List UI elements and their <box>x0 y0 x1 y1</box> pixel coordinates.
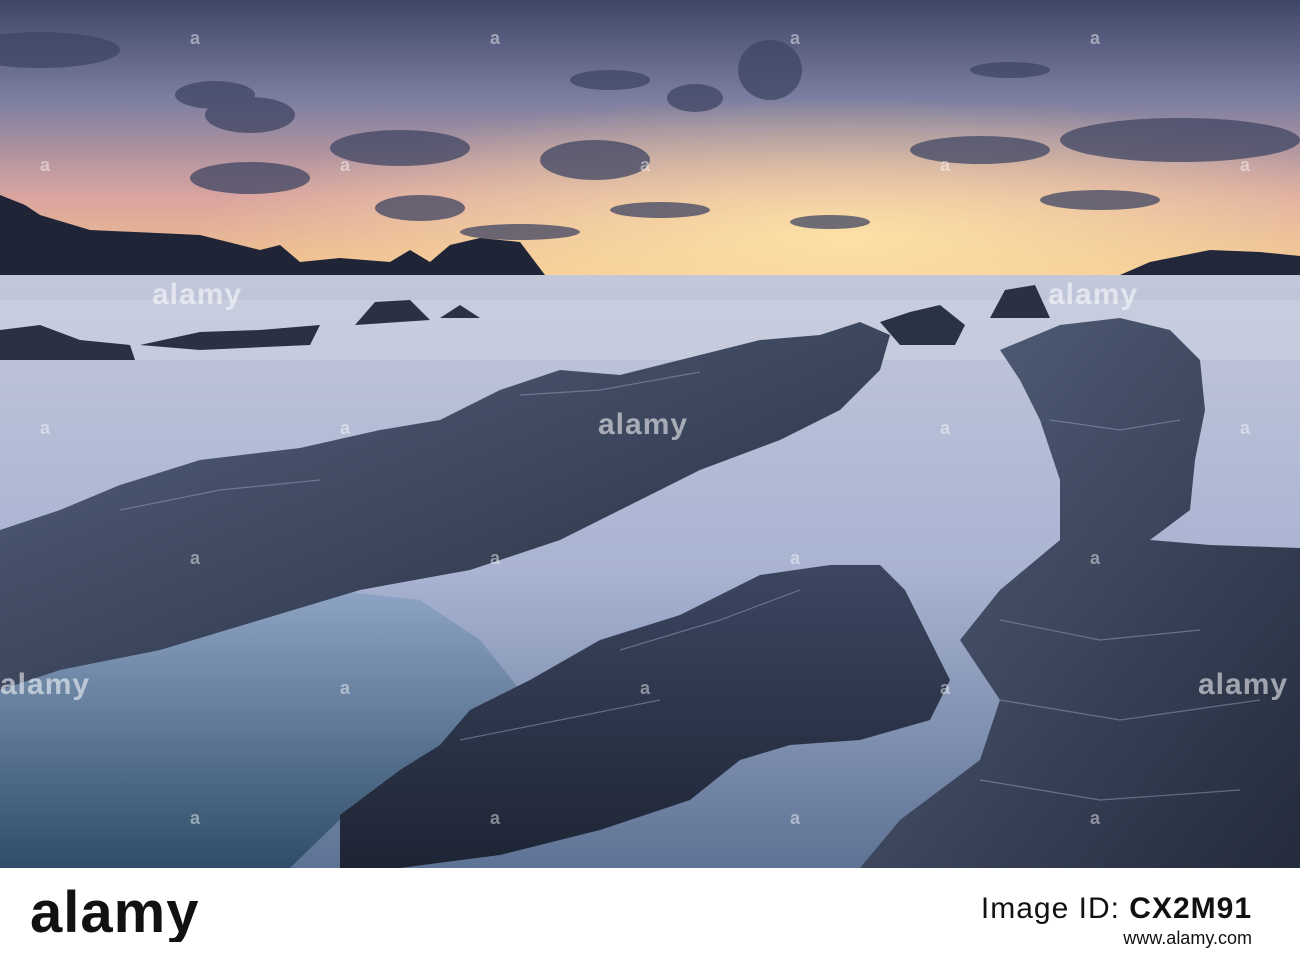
alamy-url[interactable]: www.alamy.com <box>1123 928 1252 949</box>
landscape-photo: alamy alamy alamy alamy alamy a a a a a … <box>0 0 1300 868</box>
watermark-a-mark: a <box>790 28 802 48</box>
watermark-a-mark: a <box>1090 808 1102 828</box>
watermark-text: alamy <box>1198 668 1289 701</box>
watermark-a-mark: a <box>490 28 502 48</box>
watermark-a-mark: a <box>340 418 352 438</box>
watermark-a-mark: a <box>490 548 502 568</box>
watermark-a-mark: a <box>790 548 802 568</box>
watermark-a-mark: a <box>1090 28 1102 48</box>
watermark-a-mark: a <box>190 548 202 568</box>
watermark-text: alamy <box>152 278 243 311</box>
watermark-a-mark: a <box>940 418 952 438</box>
footer-bar: alamy Image ID: CX2M91 www.alamy.com <box>0 868 1300 956</box>
image-id-label: Image ID: <box>980 892 1130 925</box>
watermark-a-mark: a <box>1090 548 1102 568</box>
watermark-a-mark: a <box>340 678 352 698</box>
watermark-a-mark: a <box>640 155 652 175</box>
watermark-a-mark: a <box>190 28 202 48</box>
watermark-text: alamy <box>1048 278 1139 311</box>
watermark-a-mark: a <box>1240 155 1252 175</box>
watermark-a-mark: a <box>340 155 352 175</box>
alamy-logo-text: alamy <box>30 882 199 942</box>
watermark-a-mark: a <box>40 418 52 438</box>
watermark-a-mark: a <box>940 155 952 175</box>
watermark-a-mark: a <box>1240 418 1252 438</box>
image-id: Image ID: CX2M91 <box>981 892 1252 926</box>
watermark-a-mark: a <box>640 678 652 698</box>
watermark-a-mark: a <box>940 678 952 698</box>
image-id-value: CX2M91 <box>1129 892 1252 925</box>
watermark-a-mark: a <box>190 808 202 828</box>
watermark-a-mark: a <box>790 808 802 828</box>
watermark-a-mark: a <box>40 155 52 175</box>
watermark-text: alamy <box>0 668 91 701</box>
alamy-logo: alamy <box>30 882 199 942</box>
watermark-a-mark: a <box>490 808 502 828</box>
watermark-text: alamy <box>598 408 689 441</box>
